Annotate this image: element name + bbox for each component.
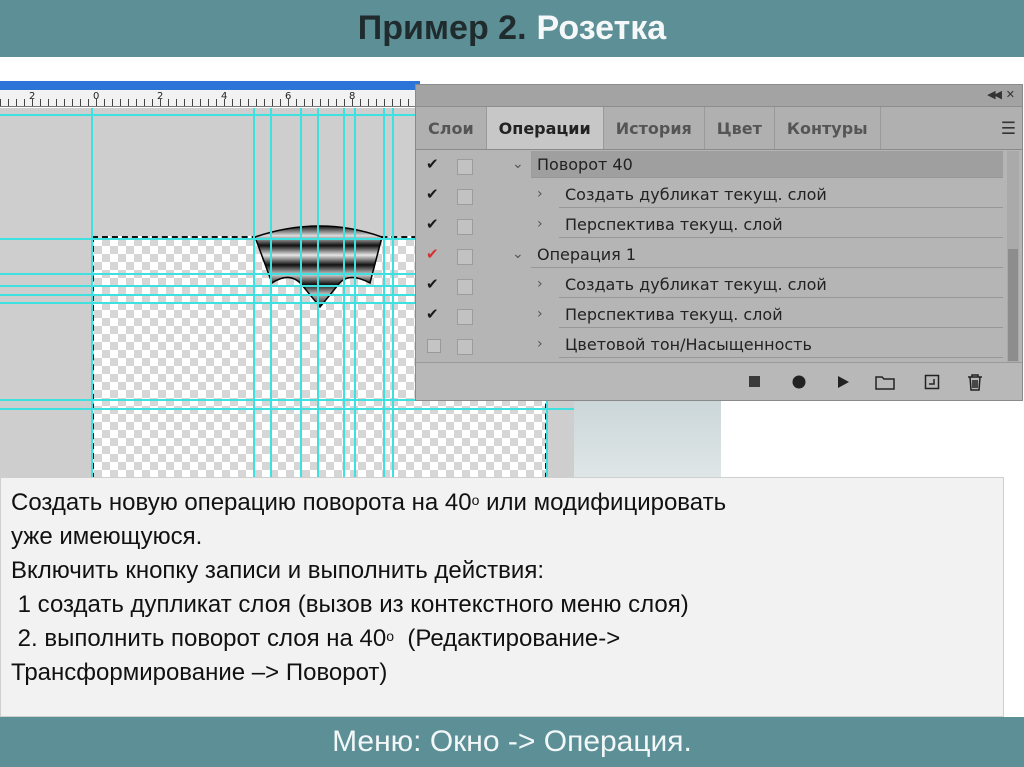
action-step-label: Создать дубликат текущ. слой: [559, 271, 1003, 298]
instruction-line: 2. выполнить поворот слоя на 40о (Редакт…: [11, 622, 997, 656]
folder-icon[interactable]: [874, 372, 896, 392]
text-span: Создать новую операцию поворота на 40: [11, 489, 472, 516]
close-icon[interactable]: ✕: [1006, 88, 1015, 101]
dialog-toggle[interactable]: [457, 159, 473, 175]
document-tab-bar: [0, 81, 420, 90]
expand-closed-icon[interactable]: ›: [537, 306, 543, 322]
expand-closed-icon[interactable]: ›: [537, 216, 543, 232]
scrollbar[interactable]: [1007, 151, 1019, 391]
check-icon[interactable]: ✔: [426, 275, 439, 293]
expand-closed-icon[interactable]: ›: [537, 336, 543, 352]
dialog-toggle[interactable]: [457, 339, 473, 355]
text-span: или модифицировать: [479, 489, 727, 516]
title-accent: Розетка: [536, 9, 667, 47]
panel-header: ◀◀ ✕: [416, 85, 1022, 107]
dialog-toggle[interactable]: [457, 279, 473, 295]
tab-history[interactable]: История: [604, 107, 705, 149]
action-row[interactable]: ✔ ⌄ Операция 1: [416, 241, 1008, 271]
check-icon[interactable]: ✔: [426, 215, 439, 233]
action-label: Операция 1: [531, 241, 1003, 268]
tab-actions[interactable]: Операции: [486, 107, 604, 149]
action-step-row[interactable]: ✔ › Перспектива текущ. слой: [416, 301, 1008, 331]
footer-bar: Меню: Окно -> Операция.: [0, 717, 1024, 767]
action-step-label: Перспектива текущ. слой: [559, 301, 1003, 328]
expand-closed-icon[interactable]: ›: [537, 276, 543, 292]
actions-toolbar: [416, 362, 1022, 400]
rosette-segment[interactable]: [250, 225, 390, 310]
expand-open-icon[interactable]: ⌄: [512, 156, 524, 172]
title-bar: Пример 2. Розетка: [0, 0, 1024, 57]
degree-superscript: о: [471, 492, 480, 508]
title-main: Пример 2.: [357, 9, 527, 47]
tab-paths[interactable]: Контуры: [775, 107, 881, 149]
instruction-line: уже имеющуюся.: [11, 523, 203, 550]
action-step-label: Перспектива текущ. слой: [559, 211, 1003, 238]
instruction-line: Создать новую операцию поворота на 40о и…: [11, 486, 997, 520]
stop-icon[interactable]: [744, 372, 766, 392]
check-icon[interactable]: ✔: [426, 305, 439, 323]
check-icon[interactable]: ✔: [426, 155, 439, 173]
dialog-toggle[interactable]: [457, 309, 473, 325]
dialog-toggle[interactable]: [457, 219, 473, 235]
dialog-toggle[interactable]: [457, 249, 473, 265]
unchecked-box[interactable]: [427, 339, 441, 353]
action-step-row[interactable]: ✔ › Перспектива текущ. слой: [416, 211, 1008, 241]
expand-open-icon[interactable]: ⌄: [512, 246, 524, 262]
action-step-row[interactable]: ✔ › Создать дубликат текущ. слой: [416, 181, 1008, 211]
trash-icon[interactable]: [964, 372, 986, 392]
expand-closed-icon[interactable]: ›: [537, 186, 543, 202]
actions-panel: ◀◀ ✕ Слои Операции История Цвет Контуры …: [415, 84, 1023, 401]
instructions-text: Создать новую операцию поворота на 40о и…: [0, 477, 1004, 717]
instruction-line: Трансформирование –> Поворот): [11, 659, 388, 686]
slide: Пример 2. Розетка 2 0 2 4 6 8 ◀◀ ✕ Слои …: [0, 0, 1024, 767]
collapse-icon[interactable]: ◀◀: [987, 88, 1002, 101]
footer-text: Меню: Окно -> Операция.: [332, 725, 692, 758]
action-set-row[interactable]: ✔ ⌄ Поворот 40: [416, 151, 1008, 181]
action-step-label: Цветовой тон/Насыщенность: [559, 331, 1003, 358]
actions-list: ✔ ⌄ Поворот 40 ✔ › Создать дубликат теку…: [416, 151, 1008, 391]
record-icon[interactable]: [788, 372, 810, 392]
check-icon[interactable]: ✔: [426, 185, 439, 203]
instruction-line: Включить кнопку записи и выполнить дейст…: [11, 557, 544, 584]
tab-color[interactable]: Цвет: [705, 107, 775, 149]
panel-tabs: Слои Операции История Цвет Контуры ☰: [416, 107, 1022, 150]
dialog-toggle[interactable]: [457, 189, 473, 205]
panel-menu-icon[interactable]: ☰: [1001, 119, 1016, 139]
text-span: 2. выполнить поворот слоя на 40: [11, 625, 387, 652]
degree-superscript: о: [386, 628, 395, 644]
ruler-ticks: [0, 99, 420, 106]
horizontal-ruler: 2 0 2 4 6 8: [0, 90, 420, 107]
tab-layers[interactable]: Слои: [416, 107, 487, 149]
check-icon[interactable]: ✔: [426, 245, 439, 263]
instruction-line: 1 создать дупликат слоя (вызов из контек…: [11, 591, 689, 618]
photoshop-screenshot: 2 0 2 4 6 8 ◀◀ ✕ Слои Операции История Ц…: [0, 57, 1024, 477]
action-step-label: Создать дубликат текущ. слой: [559, 181, 1003, 208]
text-span: (Редактирование->: [394, 625, 621, 652]
scrollbar-thumb[interactable]: [1008, 249, 1018, 361]
new-action-icon[interactable]: [921, 372, 943, 392]
play-icon[interactable]: [832, 372, 854, 392]
action-step-row[interactable]: ✔ › Создать дубликат текущ. слой: [416, 271, 1008, 301]
action-step-row[interactable]: › Цветовой тон/Насыщенность: [416, 331, 1008, 361]
action-set-label: Поворот 40: [531, 151, 1003, 178]
background-window: [574, 399, 721, 477]
